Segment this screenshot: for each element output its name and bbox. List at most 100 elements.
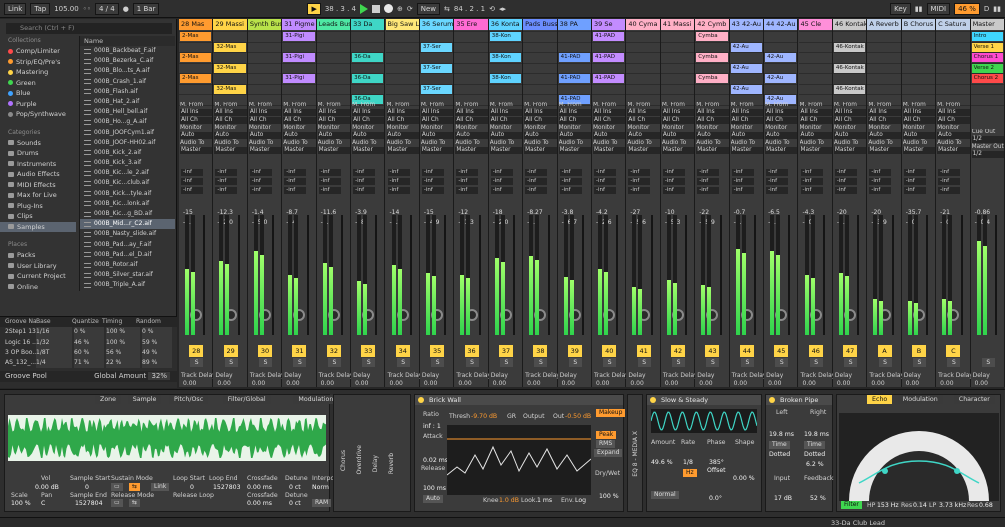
clip-slot[interactable] <box>419 73 454 74</box>
clip-slot[interactable] <box>867 52 901 53</box>
clip-slot[interactable] <box>454 83 488 85</box>
track-header[interactable]: 39 Se <box>592 19 626 30</box>
pan-value[interactable]: C <box>41 500 45 507</box>
send-b[interactable]: -inf <box>800 178 823 185</box>
io-field[interactable]: Master <box>248 146 282 154</box>
io-field[interactable]: All Ins <box>180 109 213 117</box>
io-field[interactable]: Auto <box>799 131 832 140</box>
track-activator[interactable]: A <box>877 345 892 357</box>
file-item[interactable]: 000B_Crash_1.aif <box>80 77 175 87</box>
clip-slot[interactable] <box>867 31 901 32</box>
track-delay-value[interactable]: 0.00 <box>699 380 712 387</box>
groove-cell[interactable]: 1/4 <box>36 358 72 369</box>
solo-button[interactable]: S <box>190 358 204 367</box>
clip-slot[interactable] <box>660 52 695 53</box>
send-c[interactable]: -inf <box>215 187 238 194</box>
volume-fader[interactable] <box>478 215 481 335</box>
sampler-tab[interactable]: Filter/Global <box>222 395 271 404</box>
collection-item[interactable]: Pop/Synthwave <box>0 109 76 120</box>
quantize-menu[interactable]: 1 Bar <box>132 2 160 15</box>
feedback-value[interactable]: 52 % <box>810 495 826 502</box>
collection-item[interactable]: Purple <box>0 99 76 110</box>
file-item[interactable]: 000B_Kic...g_BD.aif <box>80 209 175 219</box>
right-dotted[interactable]: Dotted <box>804 451 825 458</box>
crossfade-value[interactable]: 0.00 ms <box>247 484 272 491</box>
io-field[interactable]: Master <box>180 146 213 154</box>
category-item[interactable]: Instruments <box>0 159 76 170</box>
clip-slot[interactable] <box>764 62 798 64</box>
file-item[interactable]: 000B_Pad...el_D.aif <box>80 250 175 260</box>
io-field[interactable]: All Ins <box>730 109 764 117</box>
volume-fader[interactable] <box>719 215 722 335</box>
track-activator[interactable]: 34 <box>395 345 410 357</box>
place-item[interactable]: Current Project <box>0 271 76 282</box>
io-field[interactable]: Auto <box>902 131 936 140</box>
clip-slot[interactable] <box>385 62 419 64</box>
track-activator[interactable]: 32 <box>326 345 341 357</box>
clip-slot[interactable] <box>936 83 970 85</box>
clip[interactable]: 42-Au <box>730 63 763 73</box>
clip[interactable]: 41-PAD <box>593 32 625 41</box>
send-b[interactable]: -inf <box>215 178 238 185</box>
clip[interactable]: 42-Au <box>765 74 797 83</box>
clip-slot[interactable] <box>247 73 282 74</box>
groove-row[interactable]: 3 OP Boo... 1/8T 60 % 56 % 49 % <box>0 347 177 359</box>
io-field[interactable]: Auto <box>283 131 316 140</box>
send-a[interactable]: -inf <box>662 169 685 176</box>
track-header[interactable]: 42 Cymb <box>695 19 729 30</box>
clip-slot[interactable] <box>832 52 867 53</box>
clip-slot[interactable] <box>798 83 832 85</box>
clip[interactable]: 38-Kon <box>489 32 522 41</box>
io-field[interactable]: All Ch <box>730 116 764 125</box>
file-item[interactable]: 000B_JOOFCym1.aif <box>80 128 175 138</box>
file-item[interactable]: 000B_Pad...ay_F.aif <box>80 240 175 250</box>
io-field[interactable]: Auto <box>765 131 798 140</box>
send-c[interactable]: -inf <box>628 187 651 194</box>
groove-cell[interactable]: 0 % <box>74 327 104 338</box>
send-b[interactable]: -inf <box>387 178 410 185</box>
clip-slot[interactable] <box>901 31 936 32</box>
send-a[interactable]: -inf <box>731 169 754 176</box>
track-delay-value[interactable]: 0.00 <box>390 380 403 387</box>
file-item[interactable]: 000B_Kick_3.aif <box>80 158 175 168</box>
send-a[interactable]: -inf <box>559 169 582 176</box>
clip-slot[interactable] <box>316 62 351 64</box>
clip[interactable]: 32-Mas <box>214 63 246 73</box>
track-activator[interactable]: 37 <box>498 345 513 357</box>
io-field[interactable]: Auto <box>455 131 488 140</box>
send-b[interactable]: -inf <box>353 178 376 185</box>
io-field[interactable]: All Ins <box>593 109 626 117</box>
scene-launch[interactable]: Intro <box>971 32 1003 41</box>
send-b[interactable]: -inf <box>731 178 754 185</box>
send-b[interactable]: -inf <box>181 178 203 185</box>
track-delay-value[interactable]: 0.00 <box>940 380 953 387</box>
send-c[interactable]: -inf <box>800 187 823 194</box>
category-item[interactable]: Drums <box>0 148 76 159</box>
send-a[interactable]: -inf <box>490 169 513 176</box>
groove-cell[interactable]: 22 % <box>106 358 140 369</box>
volume-fader[interactable] <box>616 215 619 335</box>
category-item[interactable]: MIDI Effects <box>0 180 76 191</box>
track-activator[interactable]: 47 <box>843 345 858 357</box>
io-field[interactable]: All Ch <box>765 116 798 125</box>
clip-slot[interactable] <box>454 62 488 64</box>
io-field[interactable]: All Ch <box>696 116 729 125</box>
solo-button[interactable]: S <box>740 358 754 367</box>
track-activator[interactable]: 45 <box>774 345 789 357</box>
res1-value[interactable]: 0.14 <box>913 502 927 509</box>
file-item[interactable]: 000B_Hat_2.aif <box>80 97 175 107</box>
clip-slot[interactable] <box>385 52 419 53</box>
clip-slot[interactable] <box>557 62 591 64</box>
solo-button[interactable]: S <box>259 358 273 367</box>
io-field[interactable]: All Ins <box>420 109 454 117</box>
clip-slot[interactable] <box>764 83 798 85</box>
track-delay-value[interactable]: 0.00 <box>493 380 506 387</box>
groove-cell[interactable]: 0 % <box>142 327 172 338</box>
send-b[interactable]: -inf <box>628 178 651 185</box>
capture-icon[interactable]: ⇆ <box>444 5 450 13</box>
track-activator[interactable]: 29 <box>223 345 238 357</box>
file-item[interactable]: 000B_JOOF-HH02.aif <box>80 138 175 148</box>
io-field[interactable]: All Ch <box>833 116 867 125</box>
clip[interactable]: Cymba <box>696 32 728 41</box>
clip-slot[interactable] <box>179 62 213 64</box>
